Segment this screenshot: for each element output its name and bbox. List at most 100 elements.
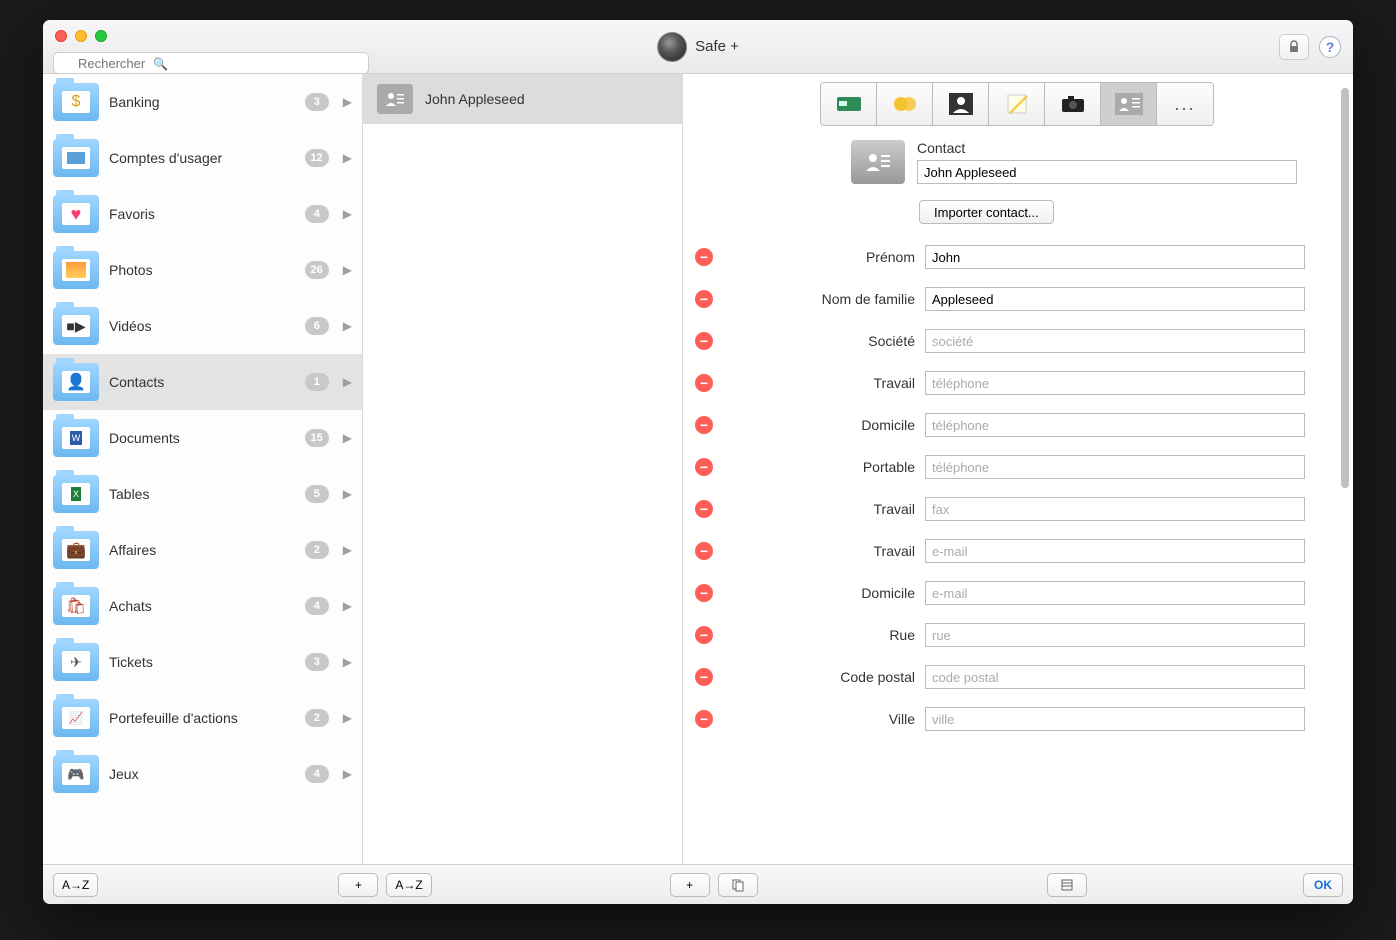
type-tab-person[interactable] [933, 83, 989, 125]
field-input[interactable] [925, 455, 1305, 479]
safe-dial-icon [657, 32, 687, 62]
sort-entries-button[interactable]: A→Z [386, 873, 431, 897]
sidebar-item-photos[interactable]: Photos26▶ [43, 242, 362, 298]
sidebar-item-label: Banking [109, 94, 295, 110]
chevron-right-icon: ▶ [343, 767, 352, 781]
sidebar-item-label: Documents [109, 430, 295, 446]
type-tab-contact[interactable] [1101, 83, 1157, 125]
chevron-right-icon: ▶ [343, 375, 352, 389]
folder-icon: $ [53, 83, 99, 121]
field-input[interactable] [925, 539, 1305, 563]
field-row: −Portable [691, 446, 1339, 488]
remove-field-button[interactable]: − [695, 584, 713, 602]
type-tab-money[interactable] [877, 83, 933, 125]
type-tab-card[interactable] [821, 83, 877, 125]
type-tab-note[interactable] [989, 83, 1045, 125]
field-label: Ville [723, 711, 915, 727]
field-input[interactable] [925, 413, 1305, 437]
remove-field-button[interactable]: − [695, 542, 713, 560]
help-icon: ? [1326, 39, 1335, 55]
field-input[interactable] [925, 329, 1305, 353]
field-input[interactable] [925, 707, 1305, 731]
search-input[interactable] [53, 52, 369, 74]
money-icon: $ [62, 91, 90, 113]
sidebar-item-documents[interactable]: WDocuments15▶ [43, 410, 362, 466]
sidebar-item-tickets[interactable]: ✈Tickets3▶ [43, 634, 362, 690]
briefcase-icon: 💼 [62, 539, 90, 561]
list-view-button[interactable] [1047, 873, 1087, 897]
remove-field-button[interactable]: − [695, 374, 713, 392]
sidebar-item-banking[interactable]: $Banking3▶ [43, 74, 362, 130]
sidebar-item-vid-os[interactable]: ■▶Vidéos6▶ [43, 298, 362, 354]
sidebar-item-favoris[interactable]: ♥Favoris4▶ [43, 186, 362, 242]
note-icon [1005, 93, 1029, 115]
count-badge: 15 [305, 429, 329, 447]
remove-field-button[interactable]: − [695, 248, 713, 266]
camera-icon [1060, 94, 1086, 114]
help-button[interactable]: ? [1319, 36, 1341, 58]
field-input[interactable] [925, 245, 1305, 269]
ok-button[interactable]: OK [1303, 873, 1343, 897]
field-row: −Travail [691, 488, 1339, 530]
sidebar-item-contacts[interactable]: 👤Contacts1▶ [43, 354, 362, 410]
sidebar-item-label: Favoris [109, 206, 295, 222]
copy-button[interactable] [718, 873, 758, 897]
count-badge: 5 [305, 485, 329, 503]
count-badge: 2 [305, 709, 329, 727]
field-input[interactable] [925, 623, 1305, 647]
remove-field-button[interactable]: − [695, 416, 713, 434]
entry-name-input[interactable] [917, 160, 1297, 184]
entry-list[interactable]: John Appleseed [363, 74, 683, 864]
field-list: −Prénom−Nom de familie−Société−Travail−D… [691, 236, 1343, 864]
type-tab-more[interactable]: ... [1157, 83, 1213, 125]
scrollbar-thumb[interactable] [1341, 88, 1349, 488]
app-title: Safe + [695, 38, 739, 55]
sidebar-item-jeux[interactable]: 🎮Jeux4▶ [43, 746, 362, 802]
field-input[interactable] [925, 371, 1305, 395]
contact-icon [377, 84, 413, 114]
count-badge: 3 [305, 93, 329, 111]
remove-field-button[interactable]: − [695, 710, 713, 728]
category-sidebar[interactable]: $Banking3▶Comptes d'usager12▶♥Favoris4▶P… [43, 74, 363, 864]
field-row: −Domicile [691, 572, 1339, 614]
doc-icon: W [62, 427, 90, 449]
field-input[interactable] [925, 581, 1305, 605]
sidebar-item-label: Jeux [109, 766, 295, 782]
remove-field-button[interactable]: − [695, 458, 713, 476]
type-tab-camera[interactable] [1045, 83, 1101, 125]
field-label: Rue [723, 627, 915, 643]
chevron-right-icon: ▶ [343, 151, 352, 165]
lock-button[interactable] [1279, 34, 1309, 60]
field-input[interactable] [925, 287, 1305, 311]
more-icon: ... [1174, 94, 1195, 115]
field-input[interactable] [925, 497, 1305, 521]
sidebar-item-affaires[interactable]: 💼Affaires2▶ [43, 522, 362, 578]
sidebar-item-comptes-d-usager[interactable]: Comptes d'usager12▶ [43, 130, 362, 186]
add-category-button[interactable]: + [338, 873, 378, 897]
remove-field-button[interactable]: − [695, 668, 713, 686]
zoom-window-button[interactable] [95, 30, 107, 42]
chevron-right-icon: ▶ [343, 599, 352, 613]
minimize-window-button[interactable] [75, 30, 87, 42]
import-contact-button[interactable]: Importer contact... [919, 200, 1054, 224]
sidebar-item-tables[interactable]: XTables5▶ [43, 466, 362, 522]
remove-field-button[interactable]: − [695, 332, 713, 350]
sidebar-item-achats[interactable]: 🛍Achats4▶ [43, 578, 362, 634]
add-entry-button[interactable]: + [670, 873, 710, 897]
remove-field-button[interactable]: − [695, 626, 713, 644]
sidebar-item-portefeuille-d-actions[interactable]: 📈Portefeuille d'actions2▶ [43, 690, 362, 746]
folder-icon: 🛍 [53, 587, 99, 625]
search-icon: 🔍 [153, 57, 168, 71]
entry-item[interactable]: John Appleseed [363, 74, 682, 124]
remove-field-button[interactable]: − [695, 500, 713, 518]
copy-icon [731, 878, 745, 892]
remove-field-button[interactable]: − [695, 290, 713, 308]
field-input[interactable] [925, 665, 1305, 689]
folder-icon: ✈ [53, 643, 99, 681]
sort-categories-button[interactable]: A→Z [53, 873, 98, 897]
type-tab-strip: ... [820, 82, 1214, 126]
detail-scrollbar[interactable] [1341, 88, 1349, 864]
close-window-button[interactable] [55, 30, 67, 42]
field-label: Domicile [723, 417, 915, 433]
field-row: −Travail [691, 362, 1339, 404]
